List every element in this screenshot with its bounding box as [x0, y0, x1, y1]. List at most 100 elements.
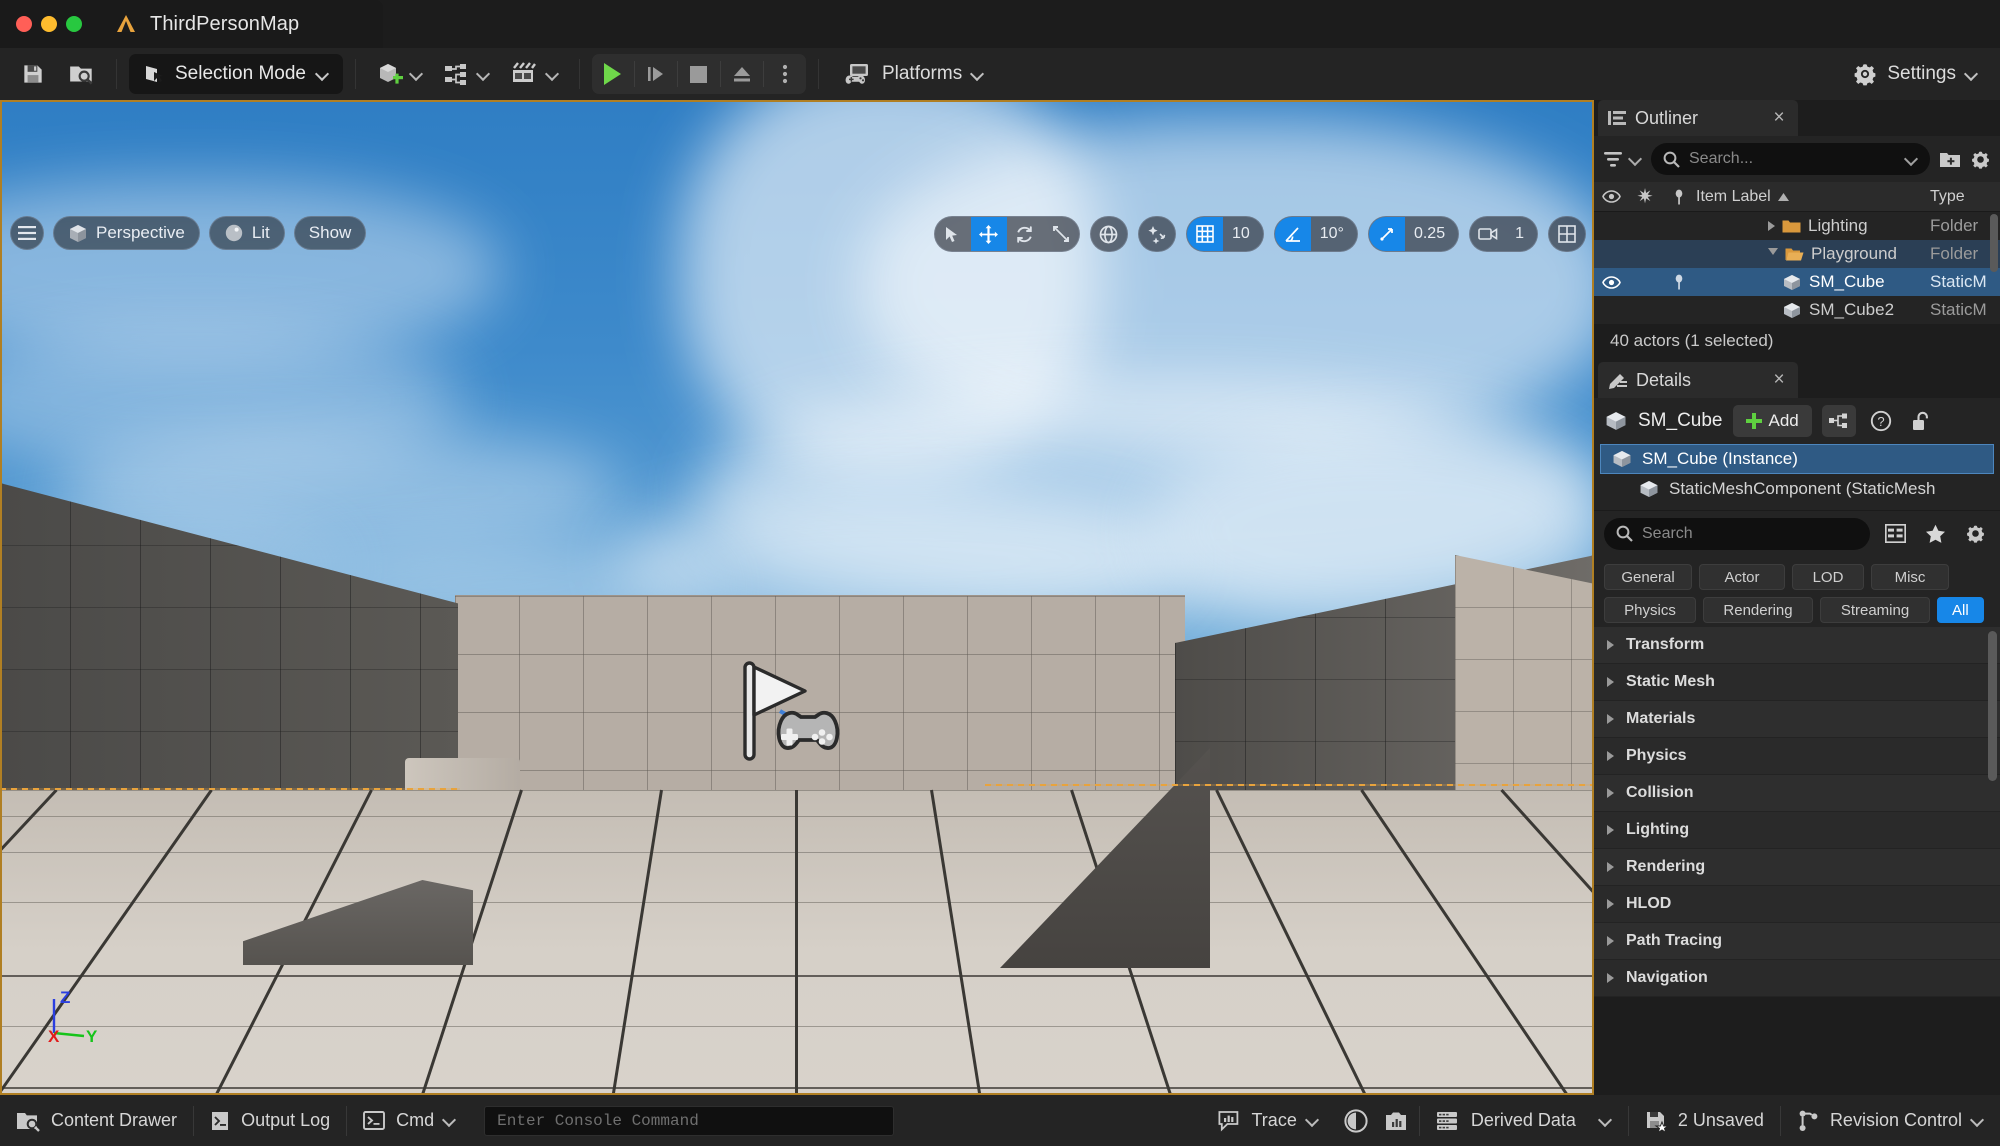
outliner-settings-button[interactable]	[1970, 144, 1991, 174]
close-icon[interactable]: ×	[1770, 369, 1788, 391]
eject-button[interactable]	[721, 54, 763, 94]
window-controls[interactable]	[0, 16, 82, 32]
minimize-window-button[interactable]	[41, 16, 57, 32]
category-collision[interactable]: Collision	[1594, 775, 2000, 812]
view-mode-button[interactable]: Lit	[208, 216, 285, 250]
derived-data-button[interactable]: Derived Data	[1420, 1095, 1628, 1146]
outliner-row-sm-cube2[interactable]: SM_Cube2 StaticM	[1594, 296, 2000, 324]
cinematics-button[interactable]	[502, 55, 567, 93]
filter-chip-misc[interactable]: Misc	[1871, 564, 1949, 590]
column-visibility[interactable]	[1594, 190, 1628, 203]
console-command-field[interactable]	[484, 1105, 895, 1136]
category-static-mesh[interactable]: Static Mesh	[1594, 664, 2000, 701]
settings-button[interactable]: Settings	[1842, 54, 1988, 94]
column-star[interactable]: ✷	[1628, 187, 1662, 207]
filter-chip-actor[interactable]: Actor	[1699, 564, 1785, 590]
details-favorites-button[interactable]	[1920, 519, 1950, 549]
maximize-window-button[interactable]	[66, 16, 82, 32]
details-tab[interactable]: Details ×	[1598, 362, 1798, 398]
scale-snap-button[interactable]	[1368, 217, 1405, 251]
row-visibility-toggle[interactable]	[1594, 275, 1628, 289]
add-actor-button[interactable]	[368, 55, 431, 93]
viewport-layout-button[interactable]	[1549, 217, 1585, 251]
cmd-button[interactable]: Cmd	[347, 1095, 472, 1146]
outliner-search-field[interactable]	[1651, 143, 1930, 175]
play-options-button[interactable]	[764, 54, 806, 94]
angle-snap-button[interactable]	[1274, 217, 1311, 251]
selection-mode-button[interactable]: Selection Mode	[129, 54, 343, 94]
player-start-gamepad-icon[interactable]	[735, 655, 855, 765]
outliner-filter-button[interactable]	[1604, 151, 1642, 168]
column-type[interactable]: Type	[1930, 188, 2000, 206]
filter-chip-lod[interactable]: LOD	[1792, 564, 1864, 590]
details-scrollbar[interactable]	[1988, 631, 1997, 781]
outliner-row-lighting[interactable]: Lighting Folder	[1594, 212, 2000, 240]
content-drawer-button[interactable]: Content Drawer	[0, 1095, 193, 1146]
outliner-tab[interactable]: Outliner ×	[1598, 100, 1798, 136]
scale-tool-button[interactable]	[1043, 217, 1079, 251]
screenshot-button[interactable]	[1377, 1095, 1419, 1146]
play-button[interactable]	[592, 54, 634, 94]
grid-snap-button[interactable]	[1186, 217, 1223, 251]
details-settings-button[interactable]	[1960, 519, 1990, 549]
camera-mode-button[interactable]: Perspective	[53, 216, 200, 250]
component-row-staticmeshcomponent[interactable]: StaticMeshComponent (StaticMesh	[1600, 474, 1994, 504]
step-button[interactable]	[635, 54, 677, 94]
outliner-row-playground[interactable]: Playground Folder	[1594, 240, 2000, 268]
details-component-tree[interactable]: SM_Cube (Instance) StaticMeshComponent (…	[1594, 444, 2000, 510]
filter-chip-streaming[interactable]: Streaming	[1820, 597, 1930, 623]
world-coordinates-button[interactable]	[1091, 217, 1127, 251]
filter-chip-general[interactable]: General	[1604, 564, 1692, 590]
add-component-button[interactable]: Add	[1732, 405, 1812, 437]
open-blueprint-button[interactable]	[1821, 405, 1856, 437]
scale-snap-value[interactable]: 0.25	[1405, 217, 1458, 251]
platforms-button[interactable]: Platforms	[831, 54, 996, 94]
category-transform[interactable]: Transform	[1594, 627, 2000, 664]
browse-content-button[interactable]	[60, 55, 104, 93]
details-lock-button[interactable]	[1906, 406, 1936, 436]
filter-chip-all[interactable]: All	[1937, 597, 1984, 623]
camera-speed-value[interactable]: 1	[1506, 217, 1537, 251]
camera-speed-button[interactable]	[1470, 217, 1506, 251]
category-materials[interactable]: Materials	[1594, 701, 2000, 738]
new-folder-button[interactable]	[1939, 144, 1961, 174]
category-physics[interactable]: Physics	[1594, 738, 2000, 775]
category-path-tracing[interactable]: Path Tracing	[1594, 923, 2000, 960]
unsaved-button[interactable]: 2 Unsaved	[1629, 1095, 1780, 1146]
collapse-arrow-icon[interactable]	[1768, 248, 1778, 260]
chevron-down-icon[interactable]	[1905, 153, 1918, 166]
category-hlod[interactable]: HLOD	[1594, 886, 2000, 923]
details-search-input[interactable]	[1642, 524, 1858, 543]
component-row-instance[interactable]: SM_Cube (Instance)	[1600, 444, 1994, 474]
move-tool-button[interactable]	[970, 217, 1007, 251]
outliner-row-sm-cube[interactable]: SM_Cube StaticM	[1594, 268, 2000, 296]
angle-snap-value[interactable]: 10°	[1311, 217, 1357, 251]
close-window-button[interactable]	[16, 16, 32, 32]
expand-arrow-icon[interactable]	[1768, 221, 1775, 231]
column-pin[interactable]	[1662, 189, 1696, 205]
performance-button[interactable]	[1335, 1095, 1377, 1146]
console-command-input[interactable]	[497, 1111, 882, 1130]
details-help-button[interactable]: ?	[1866, 406, 1896, 436]
output-log-button[interactable]: Output Log	[194, 1095, 346, 1146]
row-pin-toggle[interactable]	[1662, 274, 1696, 290]
category-navigation[interactable]: Navigation	[1594, 960, 2000, 997]
show-flags-button[interactable]: Show	[293, 216, 367, 250]
details-category-list[interactable]: Transform Static Mesh Materials Physics …	[1594, 627, 2000, 997]
select-tool-button[interactable]	[935, 217, 971, 251]
outliner-search-input[interactable]	[1689, 150, 1896, 168]
save-button[interactable]	[12, 55, 54, 93]
outliner-tree[interactable]: Lighting Folder Playground Folder SM_Cub…	[1594, 212, 2000, 324]
surface-snap-button[interactable]	[1139, 217, 1175, 251]
stop-button[interactable]	[678, 54, 720, 94]
category-lighting[interactable]: Lighting	[1594, 812, 2000, 849]
details-table-view-button[interactable]	[1880, 519, 1910, 549]
column-item-label[interactable]: Item Label	[1696, 188, 1930, 206]
trace-button[interactable]: Trace	[1202, 1095, 1334, 1146]
blueprints-button[interactable]	[435, 55, 498, 93]
category-rendering[interactable]: Rendering	[1594, 849, 2000, 886]
outliner-scrollbar[interactable]	[1990, 214, 1998, 272]
grid-snap-value[interactable]: 10	[1223, 217, 1263, 251]
rotate-tool-button[interactable]	[1007, 217, 1043, 251]
filter-chip-physics[interactable]: Physics	[1604, 597, 1696, 623]
